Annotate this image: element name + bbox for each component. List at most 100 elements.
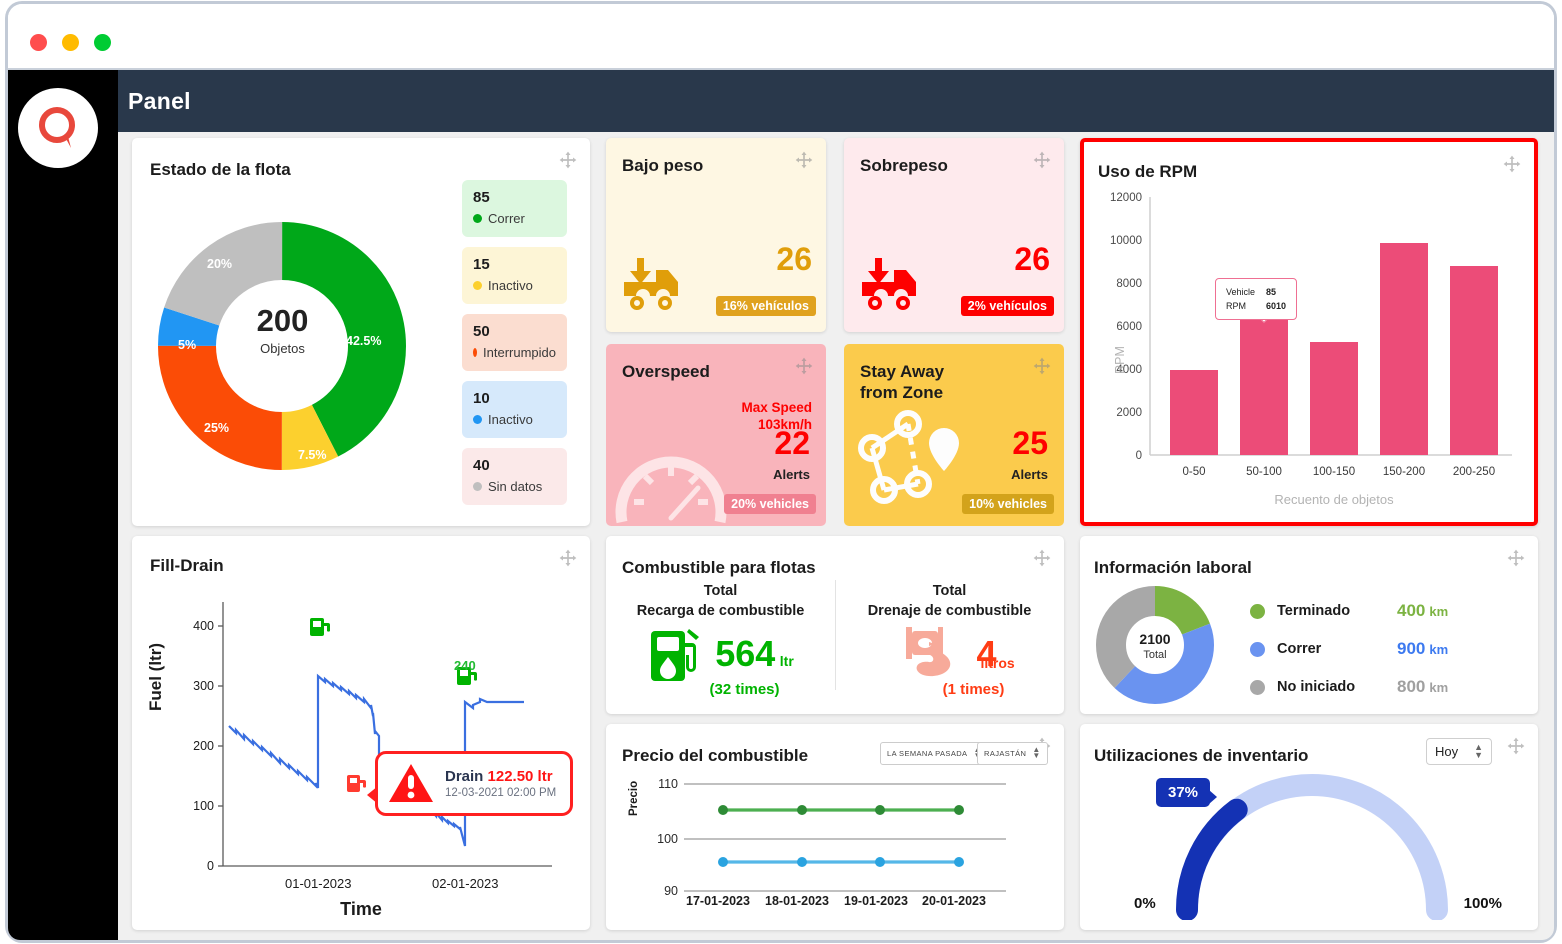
work-unit: km <box>1429 603 1449 619</box>
overspeed-card: Overspeed Max Speed 103km/h 22 Alerts 20… <box>606 344 826 526</box>
move-handle-icon[interactable] <box>1032 356 1052 376</box>
overweight-value: 26 <box>1014 241 1050 277</box>
qodenext-logo[interactable] <box>18 88 98 168</box>
fleet-status-card: Estado de la flota 42.5% 7.5% 25% 5% 20%… <box>132 138 590 526</box>
work-legend-row-no-iniciado[interactable]: No iniciado 800 km <box>1250 668 1448 706</box>
svg-text:8000: 8000 <box>1116 278 1142 290</box>
overspeed-sub: Alerts <box>773 467 810 482</box>
overspeed-badge: 20% vehicles <box>724 494 816 514</box>
fleet-total-value: 200 <box>256 303 309 338</box>
fuel-drain-caption-l2: Drenaje de combustible <box>867 602 1032 619</box>
inventory-title: Utilizaciones de inventario <box>1094 746 1309 765</box>
legend-item-sin-datos[interactable]: 40 Sin datos <box>462 448 567 505</box>
work-dot-icon <box>1250 679 1265 695</box>
svg-text:90: 90 <box>664 884 678 898</box>
legend-count: 50 <box>473 323 490 340</box>
move-handle-icon[interactable] <box>1032 548 1052 568</box>
work-total-label: Total <box>1143 649 1166 661</box>
work-legend-row-terminado[interactable]: Terminado 400 km <box>1250 592 1448 630</box>
svg-text:0: 0 <box>1136 450 1142 462</box>
page-title: Panel <box>128 87 191 114</box>
fleet-status-title: Estado de la flota <box>150 160 291 179</box>
fuel-refill-caption-l2: Recarga de combustible <box>636 602 805 619</box>
rpm-tooltip-key1: Vehicle <box>1226 287 1256 297</box>
price-xtick-4: 20-01-2023 <box>922 894 986 908</box>
fleet-legend: 85 Correr 15 Inactivo 50 Interrumpido 10 <box>462 180 567 515</box>
work-unit: km <box>1429 679 1449 695</box>
fuel-drain-times: (1 times) <box>942 681 1005 699</box>
legend-count: 10 <box>473 390 490 407</box>
fill-drain-line-chart: 400 300 200 100 0 <box>193 602 552 873</box>
fill-drain-card: Fill-Drain Fuel (ltr) 400 300 200 100 0 <box>132 536 590 930</box>
fuel-refill-unit: ltr <box>779 653 794 670</box>
overspeed-value: 22 <box>774 425 810 461</box>
window-controls <box>30 34 111 51</box>
legend-item-correr[interactable]: 85 Correr <box>462 180 567 237</box>
maximize-window-button[interactable] <box>94 34 111 51</box>
close-window-button[interactable] <box>30 34 47 51</box>
legend-label: Interrumpido <box>483 345 556 360</box>
svg-text:400: 400 <box>193 619 214 633</box>
work-legend-row-correr[interactable]: Correr 900 km <box>1250 630 1448 668</box>
gauge-max-label: 100% <box>1463 895 1502 912</box>
rpm-usage-card: Uso de RPM 12000 10000 8000 6000 4000 20… <box>1080 138 1538 526</box>
svg-text:RPM: RPM <box>1113 346 1127 374</box>
inventory-utilization-card: Utilizaciones de inventario Hoy ▲ ▼ 37% 0… <box>1080 724 1538 930</box>
svg-text:110: 110 <box>658 777 678 791</box>
legend-count: 15 <box>473 256 490 273</box>
underweight-card: Bajo peso 26 16% vehículos <box>606 138 826 332</box>
legend-label: Sin datos <box>488 479 543 494</box>
overweight-badge: 2% vehículos <box>960 296 1054 316</box>
move-handle-icon[interactable] <box>558 150 578 170</box>
move-handle-icon[interactable] <box>794 356 814 376</box>
fleet-total-label: Objetos <box>260 341 305 356</box>
rpm-bar-chart: 12000 10000 8000 6000 4000 2000 0 0-50 5… <box>1110 192 1512 507</box>
drain-event-marker <box>347 775 366 792</box>
legend-dot-icon <box>473 415 482 424</box>
window-titlebar <box>8 4 1554 70</box>
fuel-price-line-chart: 110 100 90 <box>657 777 1006 898</box>
screenshot-root: Panel Estado de la flota 42.5% 7.5% 25% … <box>0 0 1562 944</box>
overweight-title: Sobrepeso <box>860 156 948 175</box>
rpm-bar-100-150 <box>1310 342 1358 455</box>
move-handle-icon[interactable] <box>1032 150 1052 170</box>
move-handle-icon[interactable] <box>794 150 814 170</box>
legend-count: 40 <box>473 457 490 474</box>
fill-amount-label: 240 <box>454 658 476 673</box>
warning-triangle-icon <box>389 764 433 802</box>
fuel-refill-value: 564 <box>715 633 776 675</box>
inventory-period-select[interactable]: Hoy ▲ ▼ <box>1425 738 1492 765</box>
legend-label: Correr <box>488 211 525 226</box>
legend-dot-icon <box>473 214 482 223</box>
chevron-updown-icon: ▲▼ <box>1474 742 1483 760</box>
legend-dot-icon <box>473 348 478 357</box>
drain-time: 12-03-2021 02:00 PM <box>445 787 557 799</box>
legend-dot-icon <box>473 281 482 290</box>
gauge-min-label: 0% <box>1134 895 1156 912</box>
legend-count: 85 <box>473 189 490 206</box>
slice-label-sin-datos: 20% <box>207 257 233 271</box>
fuel-price-card: Precio del combustible LA SEMANA PASADA … <box>606 724 1064 930</box>
svg-text:6000: 6000 <box>1116 321 1142 333</box>
underweight-value: 26 <box>776 241 812 277</box>
work-dot-icon <box>1250 603 1265 619</box>
legend-item-interrumpido[interactable]: 50 Interrumpido <box>462 314 567 371</box>
fuel-drain-icon <box>906 627 951 677</box>
minimize-window-button[interactable] <box>62 34 79 51</box>
legend-item-inactivo-amarillo[interactable]: 15 Inactivo <box>462 247 567 304</box>
work-km: 400 <box>1397 601 1426 620</box>
svg-text:100: 100 <box>193 799 214 813</box>
svg-text:12000: 12000 <box>1110 192 1142 204</box>
svg-text:0-50: 0-50 <box>1182 466 1205 478</box>
fuel-drain-caption-l1: Total <box>932 583 967 599</box>
work-legend: Terminado 400 km Correr 900 km No inicia… <box>1250 592 1448 706</box>
legend-label: Inactivo <box>488 278 533 293</box>
speech-bubble-q-icon <box>39 107 75 148</box>
legend-dot-icon <box>473 482 482 491</box>
rpm-bar-200-250 <box>1450 266 1498 455</box>
move-handle-icon[interactable] <box>1506 736 1526 756</box>
work-unit: km <box>1429 641 1449 657</box>
legend-item-inactivo-azul[interactable]: 10 Inactivo <box>462 381 567 438</box>
move-handle-icon[interactable] <box>1506 548 1526 568</box>
svg-text:50-100: 50-100 <box>1246 466 1282 478</box>
